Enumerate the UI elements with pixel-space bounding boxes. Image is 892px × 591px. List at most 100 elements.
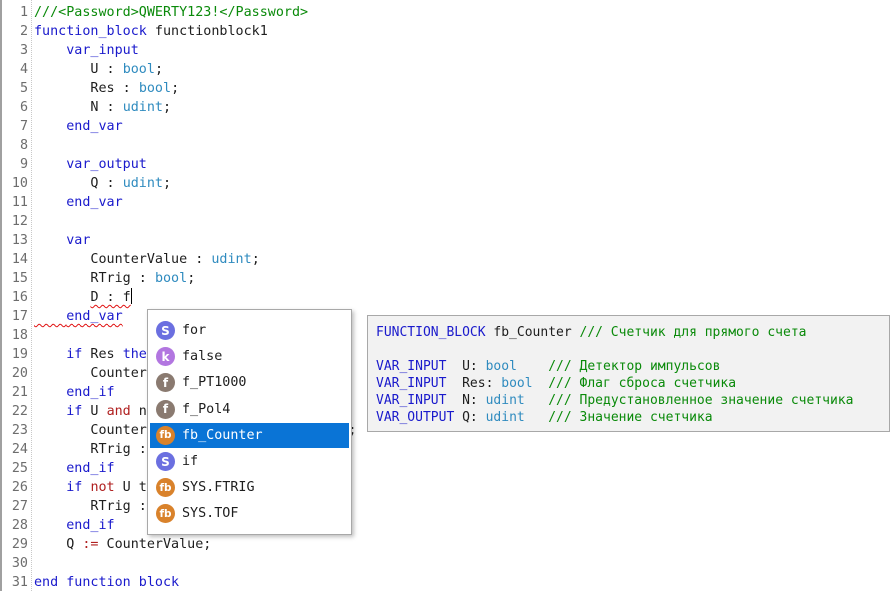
tooltip-token: bool xyxy=(501,376,533,391)
code-line[interactable]: 24 RTrig := true; xyxy=(2,440,892,459)
autocomplete-popup: Sfor k false f f_PT1000 f f_Pol4 fb fb_Counter Si… xyxy=(147,309,352,535)
line-number: 3 xyxy=(19,43,28,58)
code-token: Res xyxy=(82,347,123,362)
code-line[interactable]: 31 end function block xyxy=(2,573,892,591)
code-token: var_input xyxy=(66,43,139,58)
code-line[interactable]: 11 end_var xyxy=(2,193,892,212)
code-line[interactable]: 16 D : f xyxy=(2,288,892,307)
line-number: 15 xyxy=(11,271,28,286)
autocomplete-item[interactable]: k false xyxy=(150,344,349,369)
code-line[interactable]: 28 end_if xyxy=(2,516,892,535)
code-token: end_if xyxy=(66,518,115,533)
tooltip-line: VAR_INPUT Res: bool /// Флаг сброса счет… xyxy=(376,375,736,392)
code-text: N : udint; xyxy=(34,98,171,117)
code-line[interactable]: 13 var xyxy=(2,231,892,250)
code-text: end_if xyxy=(34,459,114,478)
code-token: Q xyxy=(34,537,83,552)
tooltip-line: FUNCTION_BLOCK fb_Counter /// Счетчик дл… xyxy=(376,324,806,341)
tooltip-token: udint xyxy=(485,393,525,408)
code-line[interactable]: 15 RTrig : bool; xyxy=(2,269,892,288)
autocomplete-item[interactable]: fb fb_Counter xyxy=(150,422,349,448)
tooltip-token xyxy=(525,393,548,408)
code-token: udint xyxy=(211,252,252,267)
autocomplete-item-label: SYS.FTRIG xyxy=(182,480,255,496)
tooltip-token: /// Предустановленное значение счетчика xyxy=(548,393,854,408)
code-token: udint xyxy=(122,176,163,191)
autocomplete-item[interactable]: Sif xyxy=(150,449,349,474)
line-number: 4 xyxy=(19,62,28,77)
code-token: end function block xyxy=(34,575,180,590)
code-line[interactable]: 29 Q := CounterValue; xyxy=(2,535,892,554)
tooltip-token xyxy=(517,359,548,374)
line-number: 18 xyxy=(11,328,28,343)
snippet-icon: S xyxy=(156,321,175,340)
tooltip-token: /// Детектор импульсов xyxy=(548,359,721,374)
code-line[interactable]: 27 RTrig := false; xyxy=(2,497,892,516)
autocomplete-item[interactable]: f f_Pol4 xyxy=(150,397,349,422)
code-line[interactable]: 6 N : udint; xyxy=(2,98,892,117)
autocomplete-item[interactable]: f f_PT1000 xyxy=(150,370,349,395)
function-icon: f xyxy=(156,399,175,419)
code-line[interactable]: 2 function_block functionblock1 xyxy=(2,22,892,41)
code-line[interactable]: 30 xyxy=(2,554,892,573)
code-line[interactable]: 25 end_if xyxy=(2,459,892,478)
code-line[interactable]: 26 if not U then xyxy=(2,478,892,497)
code-text: end function block xyxy=(34,573,179,591)
code-token: end_var xyxy=(66,309,123,324)
line-number: 2 xyxy=(19,24,28,39)
code-token: D : f xyxy=(90,290,131,305)
autocomplete-item[interactable]: fb SYS.FTRIG xyxy=(150,475,349,500)
tooltip-token: udint xyxy=(485,410,525,425)
code-text: D : f xyxy=(34,288,132,307)
code-line[interactable]: 12 xyxy=(2,212,892,231)
code-token: and xyxy=(106,404,131,419)
line-number: 11 xyxy=(11,195,28,210)
function-block-icon: fb xyxy=(156,478,175,498)
code-text: if Res then xyxy=(34,345,155,364)
code-token: function_block xyxy=(34,24,147,39)
code-line[interactable]: 14 CounterValue : udint; xyxy=(2,250,892,269)
code-text: end_if xyxy=(34,516,115,535)
code-line[interactable]: 1 ///<Password>QWERTY123!</Password> xyxy=(2,3,892,22)
line-number: 8 xyxy=(19,138,28,153)
code-line[interactable]: 10 Q : udint; xyxy=(2,174,892,193)
autocomplete-item[interactable]: Sfor xyxy=(150,318,349,343)
line-number: 23 xyxy=(11,423,28,438)
code-line[interactable]: 5 Res : bool; xyxy=(2,79,892,98)
code-line[interactable]: 4 U : bool; xyxy=(2,60,892,79)
code-text: end_var xyxy=(34,117,122,136)
code-line[interactable]: 8 xyxy=(2,136,892,155)
code-token: ; xyxy=(163,100,172,115)
code-text: var_input xyxy=(34,41,139,60)
code-line[interactable]: 7 end_var xyxy=(2,117,892,136)
code-text: RTrig : bool; xyxy=(34,269,195,288)
code-text: var xyxy=(34,231,90,250)
autocomplete-item[interactable]: fb SYS.TOF xyxy=(150,501,349,526)
code-token: udint xyxy=(122,100,163,115)
code-text: Q : udint; xyxy=(34,174,171,193)
code-editor[interactable]: 1 ///<Password>QWERTY123!</Password> 2 func… xyxy=(0,0,892,591)
code-token: ; xyxy=(171,81,180,96)
line-number: 12 xyxy=(11,214,28,229)
signature-tooltip: FUNCTION_BLOCK fb_Counter /// Счетчик дл… xyxy=(367,315,890,432)
code-line[interactable]: 3 var_input xyxy=(2,41,892,60)
code-token: functionblock1 xyxy=(146,24,268,39)
snippet-icon: S xyxy=(156,452,175,471)
tooltip-token: N: xyxy=(446,393,486,408)
autocomplete-item-label: f_PT1000 xyxy=(182,375,247,391)
code-text: U : bool; xyxy=(34,60,163,79)
function-icon: f xyxy=(156,373,175,393)
code-token: var_output xyxy=(66,157,147,172)
code-token: U : xyxy=(34,62,123,77)
code-line[interactable]: 9 var_output xyxy=(2,155,892,174)
tooltip-token: Q: xyxy=(454,410,486,425)
line-number: 21 xyxy=(11,385,28,400)
line-number: 26 xyxy=(11,480,28,495)
